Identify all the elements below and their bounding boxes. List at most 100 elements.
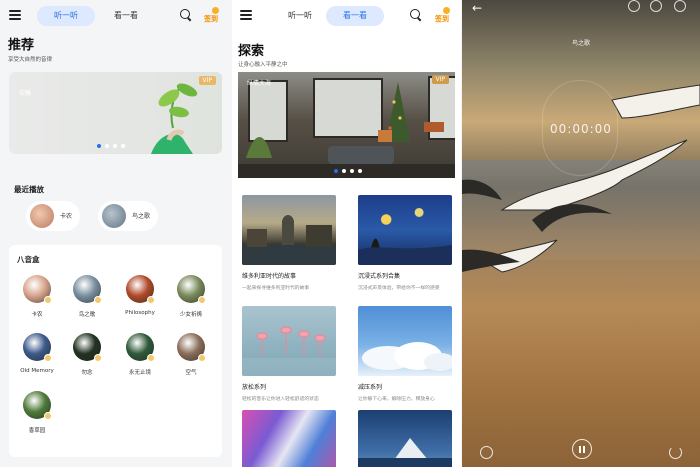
pager-dot[interactable] — [342, 169, 346, 173]
tab-listen[interactable]: 听一听 — [280, 6, 320, 26]
music-box-item[interactable]: 卡农 — [12, 275, 62, 318]
track-avatar — [102, 204, 126, 228]
featured-banner[interactable]: 安睡 VIP — [9, 72, 222, 154]
vip-badge: VIP — [431, 75, 449, 84]
vip-crown-icon — [198, 354, 206, 362]
content-card[interactable]: 维多利亚时代的故事 一起来探寻维多利亚时代的故事 — [242, 195, 336, 291]
card-description: 沉浸式声景体验，带给你不一样的感受 — [358, 286, 440, 291]
music-box-item[interactable]: Old Memory — [12, 333, 62, 374]
banner-pager — [334, 169, 362, 173]
page-title: 推荐 — [8, 38, 35, 53]
search-icon[interactable] — [180, 9, 192, 21]
search-icon[interactable] — [410, 9, 422, 21]
recent-item[interactable]: 鸟之歌 — [98, 201, 158, 231]
music-box-item[interactable]: 勿念 — [62, 333, 112, 376]
content-card[interactable]: 减压系列 让你静下心来，解除压力，释放身心 — [358, 306, 452, 402]
screen-listen: 听一听 看一看 签到 推荐 享受大自然的音律 安睡 VIP 最近播放 卡农 鸟之… — [0, 0, 231, 467]
pager-dot[interactable] — [105, 144, 109, 148]
recent-item[interactable]: 卡农 — [26, 201, 80, 231]
tab-watch[interactable]: 看一看 — [326, 6, 384, 26]
signin-button[interactable]: 签到 — [204, 7, 224, 25]
vip-crown-icon — [198, 296, 206, 304]
theme-icon[interactable] — [628, 0, 640, 12]
victorian-image — [242, 195, 336, 265]
page-subtitle: 让身心融入平静之中 — [238, 62, 288, 68]
music-box-label: Old Memory — [20, 368, 54, 374]
top-bar: 听一听 看一看 签到 — [0, 6, 231, 28]
hand-plant-image — [151, 83, 198, 154]
music-box-item[interactable]: 香草园 — [12, 391, 62, 434]
music-box-item[interactable]: 鸟之歌 — [62, 275, 112, 318]
music-box-cover — [177, 333, 206, 362]
timer-readout: 00:00:00 — [550, 122, 612, 136]
music-box-label: 卡农 — [31, 312, 43, 318]
content-card[interactable]: 放松系列 轻松的音乐让你进入轻松舒适的状态 — [242, 306, 336, 402]
music-box-cover — [73, 275, 102, 304]
loop-button[interactable] — [669, 446, 682, 459]
vip-crown-icon — [44, 354, 52, 362]
music-box-cover — [23, 391, 52, 420]
tab-watch[interactable]: 看一看 — [104, 6, 148, 26]
menu-icon[interactable] — [9, 10, 21, 20]
card-description: 轻松的音乐让你进入轻松舒适的状态 — [242, 397, 319, 402]
pager-dot[interactable] — [113, 144, 117, 148]
vip-crown-icon — [147, 296, 155, 304]
music-box-cover — [126, 275, 155, 304]
music-box-item[interactable]: 少女祈祷 — [166, 275, 216, 318]
settings-icon[interactable] — [650, 0, 662, 12]
music-box-cover — [126, 333, 155, 362]
card-title: 沉浸式系列合集 — [358, 273, 401, 280]
music-box-label: 香草园 — [28, 428, 46, 434]
music-box-title: 八音盒 — [17, 255, 40, 264]
flamingo-image — [242, 306, 336, 376]
vip-crown-icon — [94, 296, 102, 304]
pager-dot[interactable] — [334, 169, 338, 173]
tab-listen[interactable]: 听一听 — [37, 6, 95, 26]
music-box-label: 空气 — [185, 370, 197, 376]
content-card[interactable]: 沉浸式系列合集 沉浸式声景体验，带给你不一样的感受 — [358, 195, 452, 291]
back-arrow-icon[interactable]: ← — [472, 1, 482, 15]
sun-icon — [443, 7, 450, 14]
vip-crown-icon — [147, 354, 155, 362]
recent-item-label: 鸟之歌 — [132, 213, 151, 220]
card-description: 一起来探寻维多利亚时代的故事 — [242, 286, 310, 291]
signin-label: 签到 — [435, 15, 449, 23]
sun-icon — [212, 7, 219, 14]
music-box-label: 少女祈祷 — [179, 312, 202, 318]
clouds-image — [358, 306, 452, 376]
music-box-cover — [23, 333, 52, 362]
more-icon[interactable] — [674, 0, 686, 12]
menu-icon[interactable] — [240, 10, 252, 20]
featured-banner[interactable]: VIP 纵情大海 — [238, 72, 455, 178]
top-bar: 听一听 看一看 签到 — [232, 6, 461, 28]
recent-section-title: 最近播放 — [14, 185, 44, 194]
pause-button[interactable] — [572, 439, 592, 459]
music-box-item[interactable]: 永无止境 — [115, 333, 165, 376]
music-box-label: 永无止境 — [128, 370, 151, 376]
content-card[interactable] — [242, 410, 336, 467]
music-box-cover — [177, 275, 206, 304]
music-box-item[interactable]: Philosophy — [115, 275, 165, 316]
pager-dot[interactable] — [121, 144, 125, 148]
pager-dot[interactable] — [358, 169, 362, 173]
music-box-panel: 八音盒 卡农 鸟之歌 Philosophy 少女祈祷 Old Memory 勿念 永无止境 空… — [9, 245, 222, 457]
signin-button[interactable]: 签到 — [435, 7, 455, 25]
music-box-cover — [73, 333, 102, 362]
card-title: 减压系列 — [358, 384, 383, 391]
sleep-timer-button[interactable] — [480, 446, 493, 459]
mountain-image — [358, 410, 452, 467]
fluid-art-image — [242, 410, 336, 467]
vip-crown-icon — [44, 296, 52, 304]
page-subtitle: 享受大自然的音律 — [8, 57, 53, 63]
content-card[interactable] — [358, 410, 452, 467]
pager-dot[interactable] — [350, 169, 354, 173]
music-box-item[interactable]: 空气 — [166, 333, 216, 376]
card-title: 放松系列 — [242, 384, 267, 391]
screen-watch: 听一听 看一看 签到 探索 让身心融入平静之中 VIP 纵情大海 维多利亚时代的… — [232, 0, 461, 467]
page-title: 探索 — [238, 44, 265, 59]
music-box-cover — [23, 275, 52, 304]
living-room-image — [238, 82, 455, 178]
music-box-label: 鸟之歌 — [78, 312, 96, 318]
seagulls-image — [462, 84, 700, 273]
pager-dot[interactable] — [97, 144, 101, 148]
